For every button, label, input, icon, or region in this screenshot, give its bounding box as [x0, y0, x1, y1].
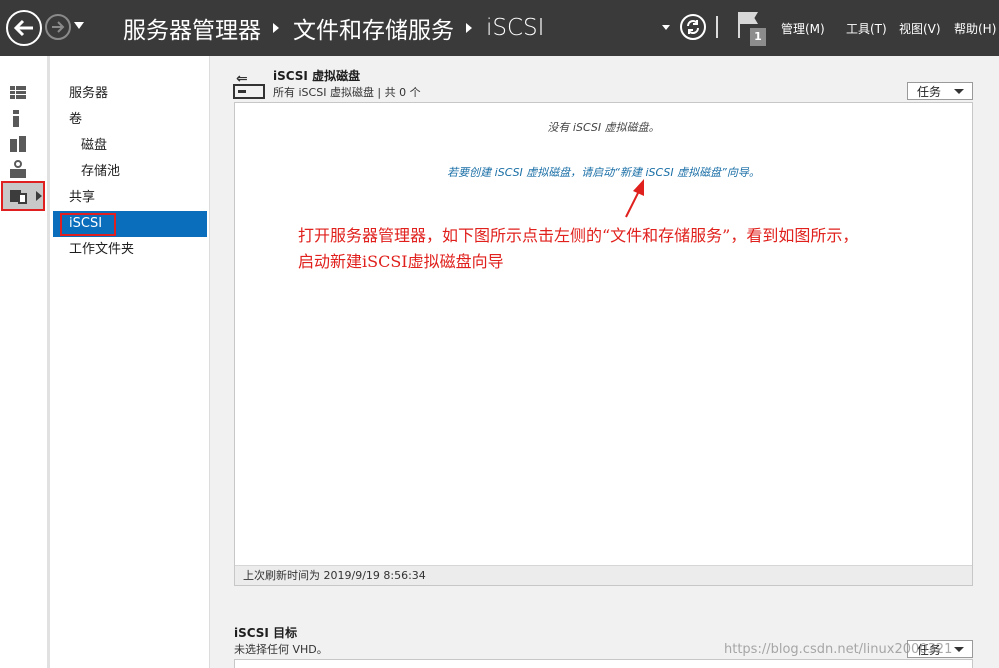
section-subtitle-virtual-disks: 所有 iSCSI 虚拟磁盘 | 共 0 个	[273, 86, 421, 99]
annotation-line: 启动新建iSCSI虚拟磁盘向导	[298, 252, 504, 271]
iscsi-target-list	[234, 659, 973, 668]
notifications-button[interactable]: 1	[738, 12, 768, 48]
watermark: https://blog.csdn.net/linux2000321	[724, 642, 953, 657]
all-servers-icon-part	[10, 139, 17, 152]
nav-item-volumes[interactable]: 卷	[69, 110, 82, 130]
annotation-text: 打开服务器管理器，如下图所示点击左侧的“文件和存储服务”，看到如图所示， 启动新…	[298, 223, 998, 275]
forward-button[interactable]	[45, 14, 71, 40]
nav-item-servers[interactable]: 服务器	[69, 84, 108, 104]
tasks-dropdown[interactable]: 任务	[907, 82, 973, 100]
breadcrumb-separator-icon	[466, 23, 472, 33]
highlight-box-file-storage	[1, 181, 45, 211]
refresh-icon	[687, 20, 699, 34]
breadcrumb-item[interactable]: 服务器管理器	[123, 11, 261, 45]
back-button[interactable]	[6, 10, 42, 46]
menu-manage[interactable]: 管理(M)	[781, 20, 825, 37]
tasks-label: 任务	[917, 84, 942, 99]
virtual-disk-icon-slot	[238, 90, 246, 93]
chevron-down-icon	[954, 89, 964, 94]
new-iscsi-virtual-disk-link[interactable]: 若要创建 iSCSI 虚拟磁盘，请启动“新建 iSCSI 虚拟磁盘”向导。	[235, 164, 972, 180]
menu-tools[interactable]: 工具(T)	[846, 20, 887, 37]
breadcrumb: 服务器管理器 文件和存储服务 iSCSI	[123, 11, 544, 45]
refresh-button[interactable]	[680, 14, 706, 40]
menu-view[interactable]: 视图(V)	[899, 20, 941, 37]
annotation-arrow-icon	[625, 179, 644, 218]
flag-icon	[740, 12, 758, 24]
empty-message: 没有 iSCSI 虚拟磁盘。	[547, 121, 660, 134]
section-title-virtual-disks: iSCSI 虚拟磁盘	[273, 69, 361, 83]
highlight-box-iscsi	[60, 213, 116, 236]
virtual-disk-icon: ⇐	[232, 70, 266, 100]
local-server-icon-part	[13, 110, 19, 114]
arrow-right-icon	[52, 21, 65, 33]
iis-icon-part	[10, 169, 26, 178]
breadcrumb-item[interactable]: 文件和存储服务	[293, 11, 454, 45]
nav-item-disks[interactable]: 磁盘	[81, 136, 107, 156]
last-refresh-status: 上次刷新时间为 2019/9/19 8:56:34	[235, 565, 972, 585]
iis-icon-part	[14, 160, 22, 168]
arrow-left-icon	[13, 19, 33, 37]
dashboard-icon[interactable]	[10, 86, 26, 99]
breadcrumb-dropdown-icon[interactable]	[662, 25, 670, 30]
virtual-disk-list: 没有 iSCSI 虚拟磁盘。 若要创建 iSCSI 虚拟磁盘，请启动“新建 iS…	[234, 102, 973, 586]
notification-badge: 1	[750, 28, 766, 46]
nav-item-work-folders[interactable]: 工作文件夹	[69, 240, 134, 260]
chevron-down-icon	[954, 647, 964, 652]
header-divider	[716, 16, 718, 38]
iis-icon[interactable]	[10, 160, 26, 178]
section-title-iscsi-targets: iSCSI 目标	[234, 626, 298, 640]
all-servers-icon-part	[19, 136, 26, 152]
nav-item-storage-pools[interactable]: 存储池	[81, 162, 120, 182]
nav-item-shares[interactable]: 共享	[69, 188, 95, 208]
title-bar: 服务器管理器 文件和存储服务 iSCSI 1 管理(M) 工具(T) 视图(V)…	[0, 0, 999, 56]
nav-panel	[50, 56, 209, 668]
breadcrumb-separator-icon	[273, 23, 279, 33]
breadcrumb-item[interactable]: iSCSI	[486, 15, 544, 41]
all-servers-icon[interactable]	[10, 136, 26, 152]
history-dropdown-icon[interactable]	[74, 22, 84, 29]
annotation-line: 打开服务器管理器，如下图所示点击左侧的“文件和存储服务”，看到如图所示，	[298, 226, 859, 245]
flag-icon	[738, 12, 740, 38]
local-server-icon[interactable]	[12, 110, 20, 127]
menu-help[interactable]: 帮助(H)	[954, 20, 996, 37]
local-server-icon-part	[13, 116, 19, 127]
section-subtitle-iscsi-targets: 未选择任何 VHD。	[234, 643, 328, 656]
